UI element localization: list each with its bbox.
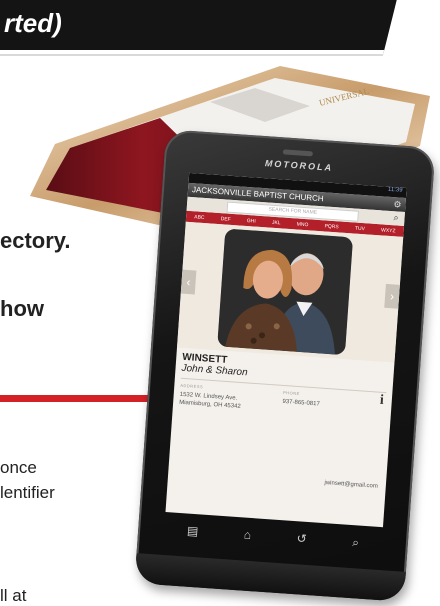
- banner-title: rted): [4, 8, 62, 38]
- front-phone: MOTOROLA 11:39 JACKSONVILLE BAPTIST CHUR…: [134, 129, 436, 602]
- alpha-tab[interactable]: PQRS: [324, 223, 339, 230]
- photo-area: ‹ ›: [176, 221, 404, 363]
- phone-screen: 11:39 JACKSONVILLE BAPTIST CHURCH ⚙ SEAR…: [165, 172, 407, 528]
- alpha-tab[interactable]: MNO: [297, 221, 309, 228]
- next-arrow-icon[interactable]: ›: [384, 283, 400, 309]
- menu-icon[interactable]: ▤: [187, 524, 199, 539]
- phone-chin: [134, 553, 406, 602]
- address-field: ADDRESS 1532 W. Lindsey Ave. Miamisburg,…: [179, 383, 283, 414]
- body-text-line-5: ll at: [0, 586, 27, 605]
- body-text-line-2: how: [0, 296, 44, 321]
- alpha-tab[interactable]: TUV: [355, 225, 365, 232]
- phone-field: PHONE 937-865-0817: [282, 390, 386, 421]
- email-link[interactable]: jwinsett@gmail.com: [324, 480, 378, 490]
- couple-photo-graphic: [217, 228, 354, 356]
- search-placeholder: SEARCH FOR NAME: [268, 206, 318, 216]
- prev-arrow-icon[interactable]: ‹: [180, 269, 197, 295]
- alpha-tab[interactable]: JKL: [272, 219, 281, 226]
- back-icon[interactable]: ↺: [296, 531, 307, 546]
- red-divider: [0, 395, 165, 402]
- phone-speaker: [282, 149, 314, 157]
- alpha-tab[interactable]: ABC: [194, 214, 205, 221]
- status-time: 11:39: [387, 186, 403, 194]
- home-icon[interactable]: ⌂: [243, 528, 251, 542]
- body-text-line-3: once: [0, 458, 37, 477]
- alpha-tab[interactable]: GHI: [247, 217, 256, 224]
- body-text-line-4: lentifier: [0, 483, 55, 502]
- alpha-tab[interactable]: DEF: [221, 216, 231, 223]
- member-photo: [217, 228, 354, 356]
- alpha-tab[interactable]: WXYZ: [381, 227, 396, 234]
- search-icon[interactable]: ⌕: [393, 212, 399, 223]
- phone-body: MOTOROLA 11:39 JACKSONVILLE BAPTIST CHUR…: [134, 129, 436, 602]
- search-hardware-icon[interactable]: ⌕: [352, 535, 360, 550]
- detail-fields: ADDRESS 1532 W. Lindsey Ave. Miamisburg,…: [173, 382, 392, 421]
- gear-icon[interactable]: ⚙: [393, 197, 402, 212]
